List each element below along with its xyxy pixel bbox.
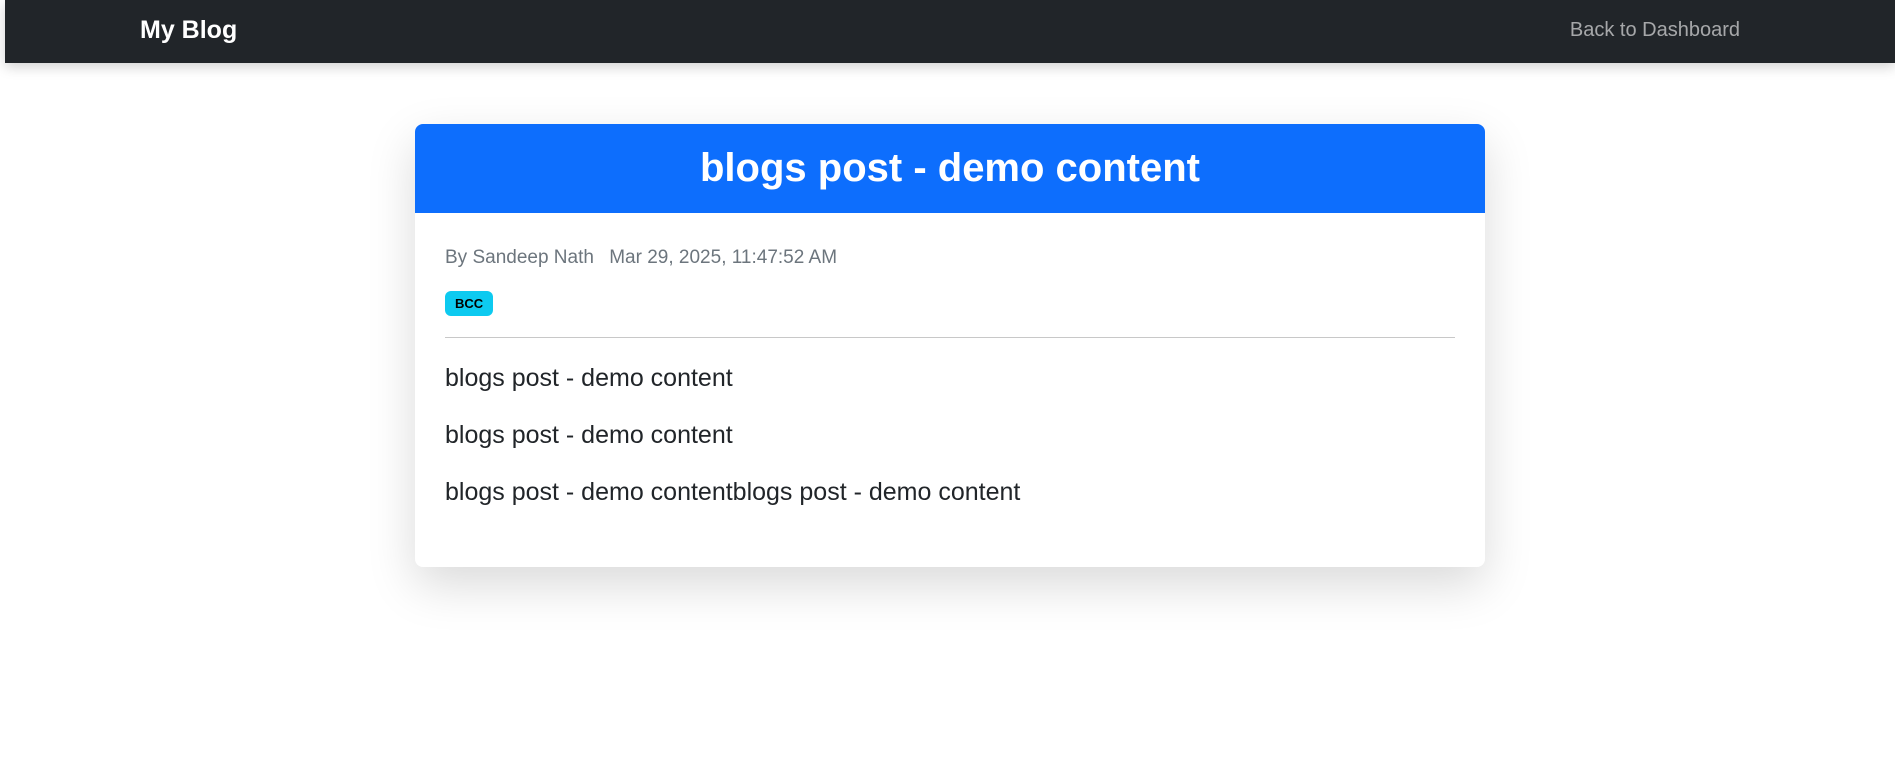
post-tags: BCC: [445, 291, 1455, 317]
post-title: blogs post - demo content: [700, 146, 1200, 190]
content-paragraph: blogs post - demo content: [445, 364, 733, 392]
content-paragraph: blogs post - demo contentblogs post - de…: [445, 478, 1021, 506]
post-meta: By Sandeep Nath Mar 29, 2025, 11:47:52 A…: [445, 243, 1455, 273]
post-content: blogs post - demo content blogs post - d…: [445, 362, 1455, 508]
post-card-body: By Sandeep Nath Mar 29, 2025, 11:47:52 A…: [415, 213, 1485, 508]
divider: [445, 337, 1455, 338]
content-paragraph: blogs post - demo content: [445, 421, 733, 449]
post-card-header: blogs post - demo content: [415, 124, 1485, 213]
post-author: By Sandeep Nath: [445, 247, 594, 268]
post-date: Mar 29, 2025, 11:47:52 AM: [609, 247, 838, 268]
top-navbar: My Blog Back to Dashboard: [5, 0, 1895, 63]
tag-badge: BCC: [445, 291, 494, 316]
post-card: blogs post - demo content By Sandeep Nat…: [415, 124, 1485, 567]
back-to-dashboard-link[interactable]: Back to Dashboard: [1570, 0, 1740, 60]
brand-link[interactable]: My Blog: [140, 0, 237, 60]
